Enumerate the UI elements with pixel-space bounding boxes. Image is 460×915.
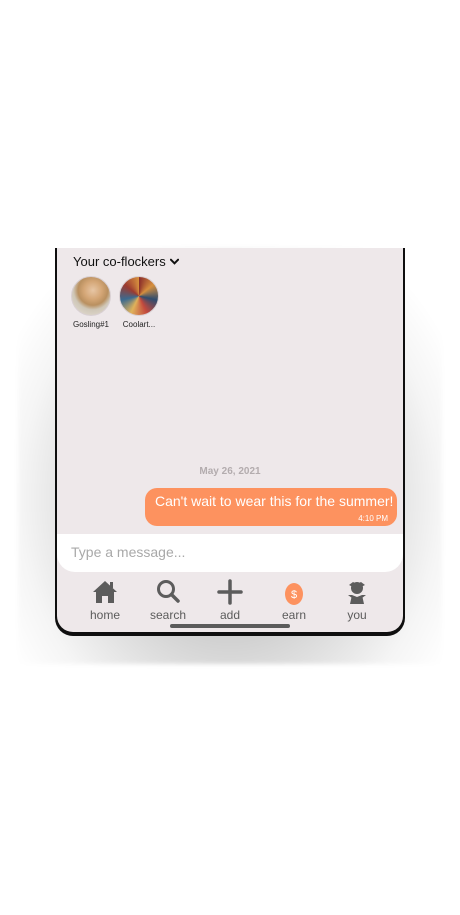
tab-label: add: [219, 608, 241, 622]
coflocker-name: Coolart...: [122, 320, 156, 329]
tab-label: home: [89, 608, 121, 622]
tab-label: search: [149, 608, 187, 622]
message-input[interactable]: [69, 540, 373, 564]
message-bubble[interactable]: Can't wait to wear this for the summer! …: [145, 488, 397, 526]
svg-text:$: $: [291, 589, 297, 601]
search-icon: [157, 580, 180, 603]
tab-bar: home search add $ earn you: [57, 578, 403, 628]
tab-label: you: [347, 608, 367, 622]
coflocker-item[interactable]: Coolart...: [119, 276, 159, 329]
tab-home[interactable]: home: [75, 578, 135, 628]
plus-icon: [217, 579, 243, 605]
coflockers-title: Your co-flockers: [73, 254, 166, 269]
coflockers-header[interactable]: Your co-flockers: [73, 254, 179, 269]
chevron-down-icon: [169, 258, 179, 265]
tab-you[interactable]: you: [327, 578, 387, 628]
avatar: [119, 276, 159, 316]
avatar: [71, 276, 111, 316]
tab-earn[interactable]: $ earn: [264, 578, 324, 628]
dollar-egg-icon: $: [285, 583, 303, 605]
message-text: Can't wait to wear this for the summer!: [155, 493, 394, 509]
phone-frame: Your co-flockers Gosling#1 Coolart... Ma…: [55, 248, 405, 636]
tab-search[interactable]: search: [138, 578, 198, 628]
tab-label: earn: [281, 608, 307, 622]
chat-screen: Your co-flockers Gosling#1 Coolart... Ma…: [57, 248, 403, 632]
coflocker-name: Gosling#1: [72, 320, 110, 329]
tab-add[interactable]: add: [200, 578, 260, 628]
coflocker-item[interactable]: Gosling#1: [71, 276, 111, 329]
coflockers-list: Gosling#1 Coolart...: [71, 276, 159, 329]
person-icon: [348, 582, 366, 604]
message-date: May 26, 2021: [199, 466, 261, 477]
message-composer: [57, 534, 403, 572]
home-icon: [93, 581, 117, 603]
home-indicator: [170, 624, 290, 628]
message-time: 4:10 PM: [358, 514, 388, 523]
